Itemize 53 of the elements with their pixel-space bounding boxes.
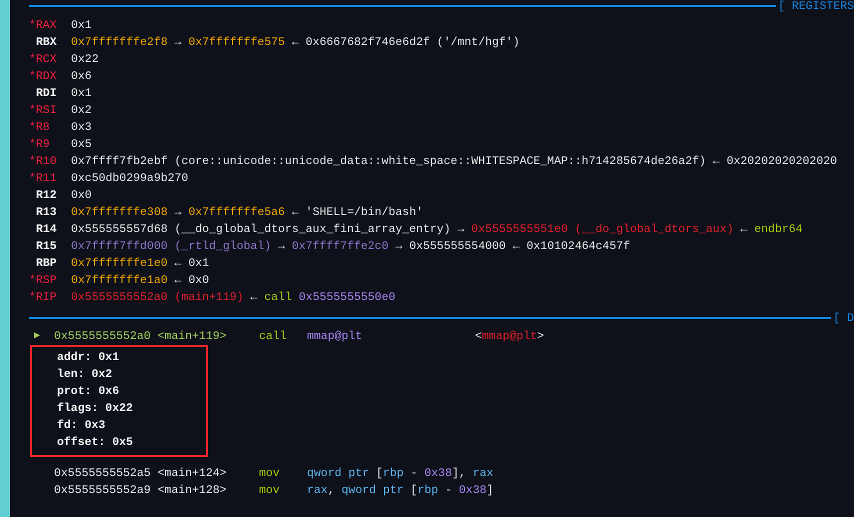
- register-value: 0x7fffffffe1a0 ← 0x0: [71, 273, 210, 289]
- register-name: R14: [35, 222, 58, 238]
- register-value: 0x1: [71, 86, 92, 102]
- register-name: R12: [35, 188, 58, 204]
- register-value: 0x2: [71, 103, 92, 119]
- instruction-mnemonic: mov: [259, 483, 281, 499]
- instruction-operands: mmap@plt: [307, 329, 364, 345]
- register-value: 0x0: [71, 188, 92, 204]
- register-name: *RDX: [29, 69, 58, 85]
- register-value: 0x6: [71, 69, 92, 85]
- register-name: *RCX: [29, 52, 58, 68]
- instruction-comment: <mmap@plt>: [475, 329, 544, 345]
- register-name: *RSP: [29, 273, 58, 289]
- register-value: 0x1: [71, 18, 92, 34]
- register-value: 0x3: [71, 120, 92, 136]
- register-value: 0x555555557d68 (__do_global_dtors_aux_fini_array_entry) → 0x5555555551e0 (__do_global_dtors_aux) ← endbr64: [71, 222, 803, 238]
- argument-line: addr: 0x1: [56, 350, 120, 366]
- register-value: 0xc50db0299a9b270: [71, 171, 188, 187]
- register-name: *RIP: [29, 290, 58, 306]
- register-name: *RAX: [29, 18, 58, 34]
- instruction-address: 0x5555555552a0 <main+119>: [54, 329, 228, 345]
- argument-line: prot: 0x6: [56, 384, 120, 400]
- register-name: R13: [35, 205, 58, 221]
- instruction-address: 0x5555555552a9 <main+128>: [54, 483, 228, 499]
- argument-line: len: 0x2: [56, 367, 114, 383]
- argument-line: fd: 0x3: [56, 418, 106, 434]
- current-instruction-marker: ▶: [33, 330, 42, 344]
- argument-line: flags: 0x22: [56, 401, 134, 417]
- instruction-address: 0x5555555552a5 <main+124>: [54, 466, 228, 482]
- instruction-operands: qword ptr [rbp - 0x38], rax: [307, 466, 494, 482]
- register-name: RDI: [35, 86, 58, 102]
- register-name: *R11: [29, 171, 58, 187]
- register-name: *RSI: [29, 103, 58, 119]
- argument-line: offset: 0x5: [56, 435, 134, 451]
- instruction-operands: rax, qword ptr [rbp - 0x38]: [307, 483, 494, 499]
- register-value: 0x7fffffffe308 → 0x7fffffffe5a6 ← 'SHELL=/bin/bash': [71, 205, 423, 221]
- register-value: 0x22: [71, 52, 99, 68]
- register-value: 0x7ffff7fb2ebf (core::unicode::unicode_data::white_space::WHITESPACE_MAP::h714285674de26a2f) ← 0x20202020202020: [71, 154, 838, 170]
- register-name: *R8: [29, 120, 51, 136]
- register-value: 0x7fffffffe1e0 ← 0x1: [71, 256, 210, 272]
- register-name: R15: [35, 239, 58, 255]
- section-header: [ D: [832, 312, 854, 326]
- instruction-mnemonic: mov: [259, 466, 281, 482]
- section-header: [ REGISTERS: [777, 0, 854, 14]
- register-value: 0x5: [71, 137, 92, 153]
- register-name: *R10: [29, 154, 58, 170]
- register-name: RBX: [35, 35, 58, 51]
- instruction-mnemonic: call: [259, 329, 288, 345]
- register-value: 0x7ffff7ffd000 (_rtld_global) → 0x7ffff7ffe2c0 → 0x555555554000 ← 0x10102464c457f: [71, 239, 630, 255]
- register-name: *R9: [29, 137, 51, 153]
- register-value: 0x7fffffffe2f8 → 0x7fffffffe575 ← 0x6667682f746e6d2f ('/mnt/hgf'): [71, 35, 520, 51]
- register-value: 0x5555555552a0 (main+119) ← call 0x5555555550e0: [71, 290, 396, 306]
- register-name: RBP: [35, 256, 58, 272]
